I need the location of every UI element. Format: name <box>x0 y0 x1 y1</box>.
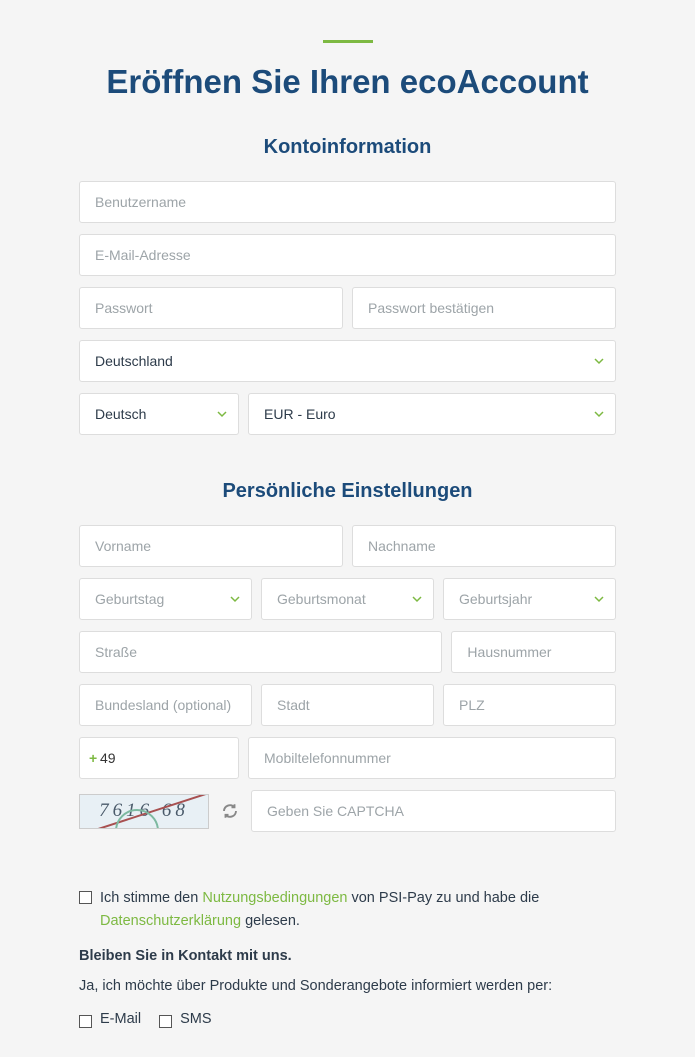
registration-form: Eröffnen Sie Ihren ecoAccount Kontoinfor… <box>45 40 650 1031</box>
sms-checkbox-label: SMS <box>180 1008 211 1031</box>
language-select[interactable]: Deutsch <box>79 393 239 435</box>
captcha-image: 7616 68 <box>79 794 209 829</box>
currency-select[interactable]: EUR - Euro <box>248 393 616 435</box>
username-input[interactable] <box>79 181 616 223</box>
privacy-link[interactable]: Datenschutzerklärung <box>100 913 241 929</box>
phone-input[interactable] <box>248 737 616 779</box>
birth-month-select[interactable]: Geburtsmonat <box>261 578 434 620</box>
page-title: Eröffnen Sie Ihren ecoAccount <box>79 63 616 101</box>
country-select[interactable]: Deutschland <box>79 340 616 382</box>
sms-checkbox[interactable] <box>159 1015 172 1028</box>
street-input[interactable] <box>79 631 442 673</box>
section-account-heading: Kontoinformation <box>79 136 616 159</box>
password-input[interactable] <box>79 287 343 329</box>
zip-input[interactable] <box>443 684 616 726</box>
phone-prefix-input[interactable] <box>79 737 239 779</box>
lastname-input[interactable] <box>352 525 616 567</box>
city-input[interactable] <box>261 684 434 726</box>
plus-icon: + <box>89 750 97 766</box>
email-input[interactable] <box>79 234 616 276</box>
terms-section: Ich stimme den Nutzungsbedingungen von P… <box>79 887 616 1031</box>
terms-text: Ich stimme den Nutzungsbedingungen von P… <box>100 887 616 933</box>
terms-checkbox[interactable] <box>79 891 92 904</box>
refresh-icon[interactable] <box>221 802 239 820</box>
section-personal-heading: Persönliche Einstellungen <box>79 480 616 503</box>
terms-link[interactable]: Nutzungsbedingungen <box>202 890 347 906</box>
email-checkbox[interactable] <box>79 1015 92 1028</box>
contact-heading: Bleiben Sie in Kontakt mit uns. <box>79 945 616 968</box>
house-number-input[interactable] <box>451 631 616 673</box>
accent-divider <box>323 40 373 43</box>
firstname-input[interactable] <box>79 525 343 567</box>
birth-day-select[interactable]: Geburtstag <box>79 578 252 620</box>
email-checkbox-label: E-Mail <box>100 1008 141 1031</box>
state-input[interactable] <box>79 684 252 726</box>
password-confirm-input[interactable] <box>352 287 616 329</box>
birth-year-select[interactable]: Geburtsjahr <box>443 578 616 620</box>
captcha-input[interactable] <box>251 790 616 832</box>
contact-info: Ja, ich möchte über Produkte und Sondera… <box>79 975 616 998</box>
